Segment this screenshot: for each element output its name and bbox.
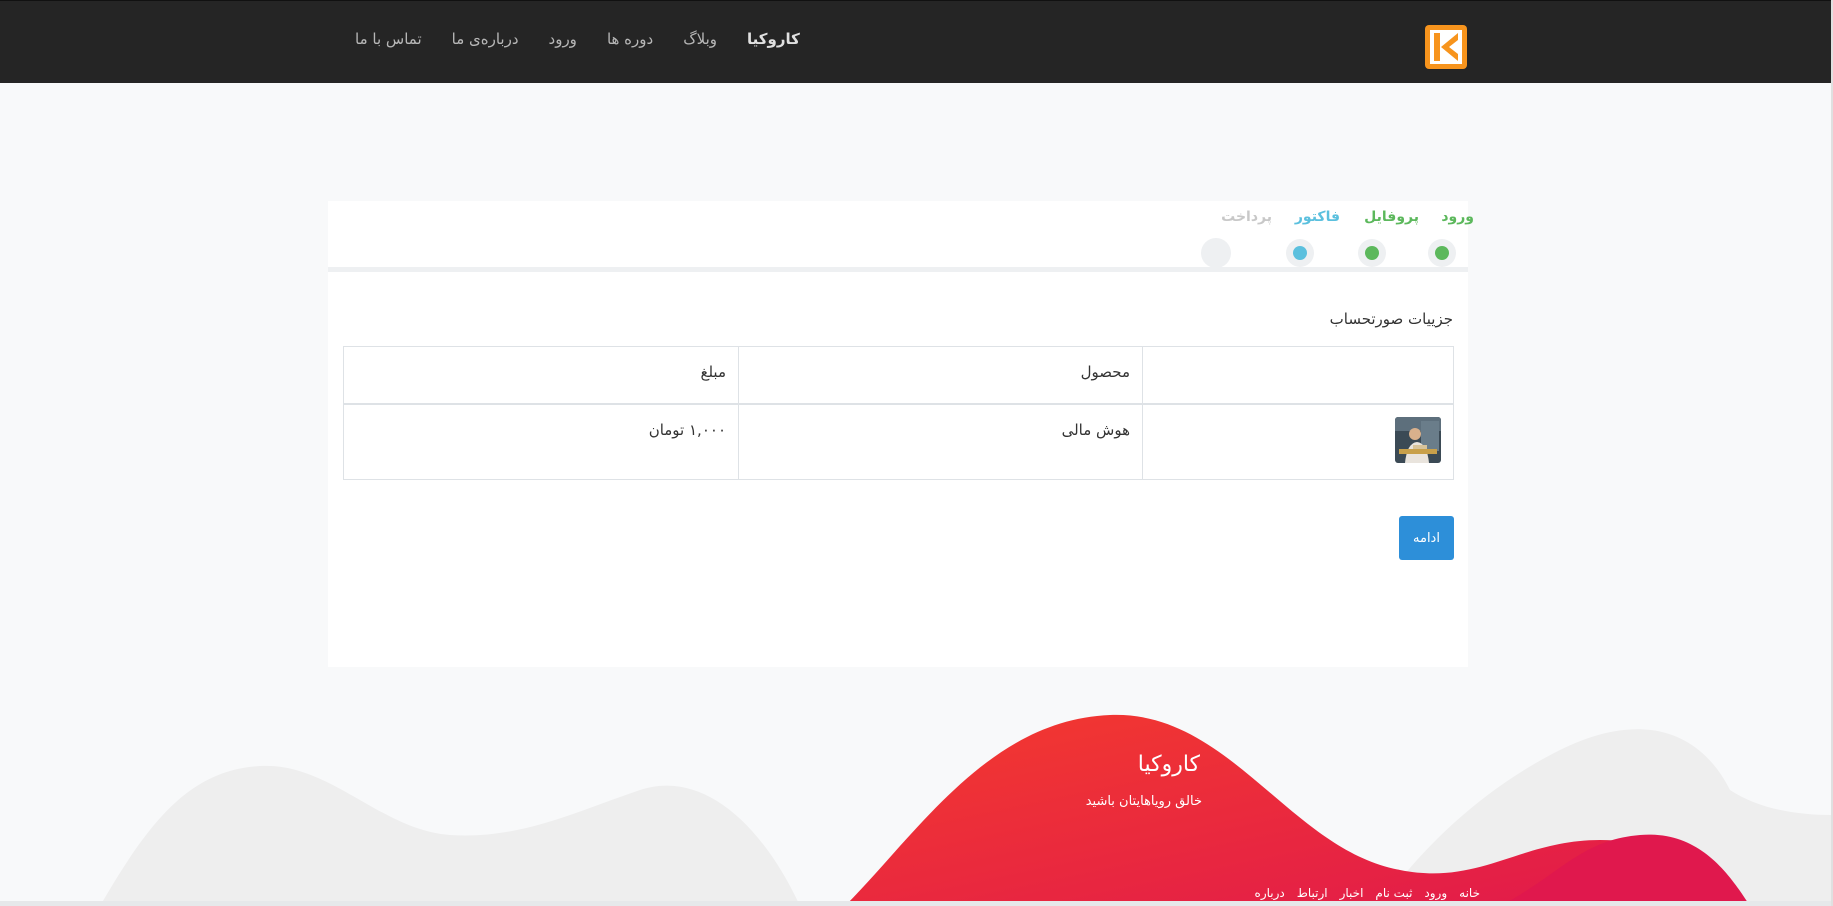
header-price-cell: مبلغ	[343, 346, 739, 405]
nav-courses-link[interactable]: دوره ها	[607, 30, 653, 48]
header-image-cell	[1142, 346, 1454, 405]
footer-wave-background	[100, 714, 1831, 906]
step-invoice-indicator	[1286, 239, 1314, 267]
footer-link-about[interactable]: درباره	[1255, 886, 1285, 900]
step-payment: پرداخت	[1200, 209, 1272, 269]
footer-title: کاروکیا	[1137, 752, 1200, 777]
step-payment-indicator	[1201, 238, 1231, 268]
continue-button[interactable]: ادامه	[1399, 516, 1454, 560]
footer-link-home[interactable]: خانه	[1459, 886, 1480, 900]
footer-link-contact[interactable]: ارتباط	[1297, 886, 1328, 900]
nav-login-link[interactable]: ورود	[549, 30, 577, 48]
nav-about-link[interactable]: درباره‌ی ما	[452, 30, 519, 48]
footer-link-news[interactable]: اخبار	[1340, 886, 1364, 900]
footer-link-register[interactable]: ثبت نام	[1375, 886, 1412, 900]
logo-k-icon	[1425, 25, 1467, 69]
product-image-cell	[1142, 403, 1454, 480]
step-payment-label: پرداخت	[1221, 209, 1272, 225]
step-login-indicator	[1428, 239, 1456, 267]
top-navbar: کاروکیا وبلاگ دوره ها ورود درباره‌ی ما ت…	[0, 0, 1831, 83]
invoice-table: محصول مبلغ هوش مالی ۱,۰۰۰ تومان	[343, 346, 1454, 480]
step-login-dot	[1435, 246, 1449, 260]
nav-blog-link[interactable]: وبلاگ	[683, 30, 717, 48]
checkout-card: ورود پروفایل فاکتور پرداخت جزییات صورتحس…	[328, 201, 1474, 667]
product-price-cell: ۱,۰۰۰ تومان	[343, 403, 739, 480]
invoice-header-row: محصول مبلغ	[343, 346, 1454, 405]
main-nav: کاروکیا وبلاگ دوره ها ورود درباره‌ی ما ت…	[355, 27, 800, 51]
nav-contact-link[interactable]: تماس با ما	[355, 30, 422, 48]
step-profile: پروفایل	[1344, 209, 1419, 269]
step-profile-indicator	[1358, 239, 1386, 267]
header-product-cell: محصول	[738, 346, 1143, 405]
site-logo[interactable]	[1425, 25, 1467, 69]
footer: کاروکیا خالق رویاهایتان باشید خانه ورود …	[0, 700, 1831, 906]
product-thumbnail	[1395, 417, 1441, 463]
footer-links: خانه ورود ثبت نام اخبار ارتباط درباره	[1150, 886, 1480, 900]
footer-link-login[interactable]: ورود	[1424, 886, 1447, 900]
table-row: هوش مالی ۱,۰۰۰ تومان	[343, 403, 1454, 480]
footer-tagline: خالق رویاهایتان باشید	[1085, 794, 1202, 809]
product-name-cell: هوش مالی	[738, 403, 1143, 480]
footer-bottom-line	[0, 901, 1831, 906]
step-invoice: فاکتور	[1272, 209, 1340, 269]
invoice-section-title: جزییات صورتحساب	[1329, 310, 1453, 328]
step-invoice-dot	[1293, 246, 1307, 260]
nav-brand-link[interactable]: کاروکیا	[747, 30, 800, 48]
checkout-steps: ورود پروفایل فاکتور پرداخت	[328, 201, 1474, 272]
step-login: ورود	[1414, 209, 1474, 269]
step-profile-dot	[1365, 246, 1379, 260]
